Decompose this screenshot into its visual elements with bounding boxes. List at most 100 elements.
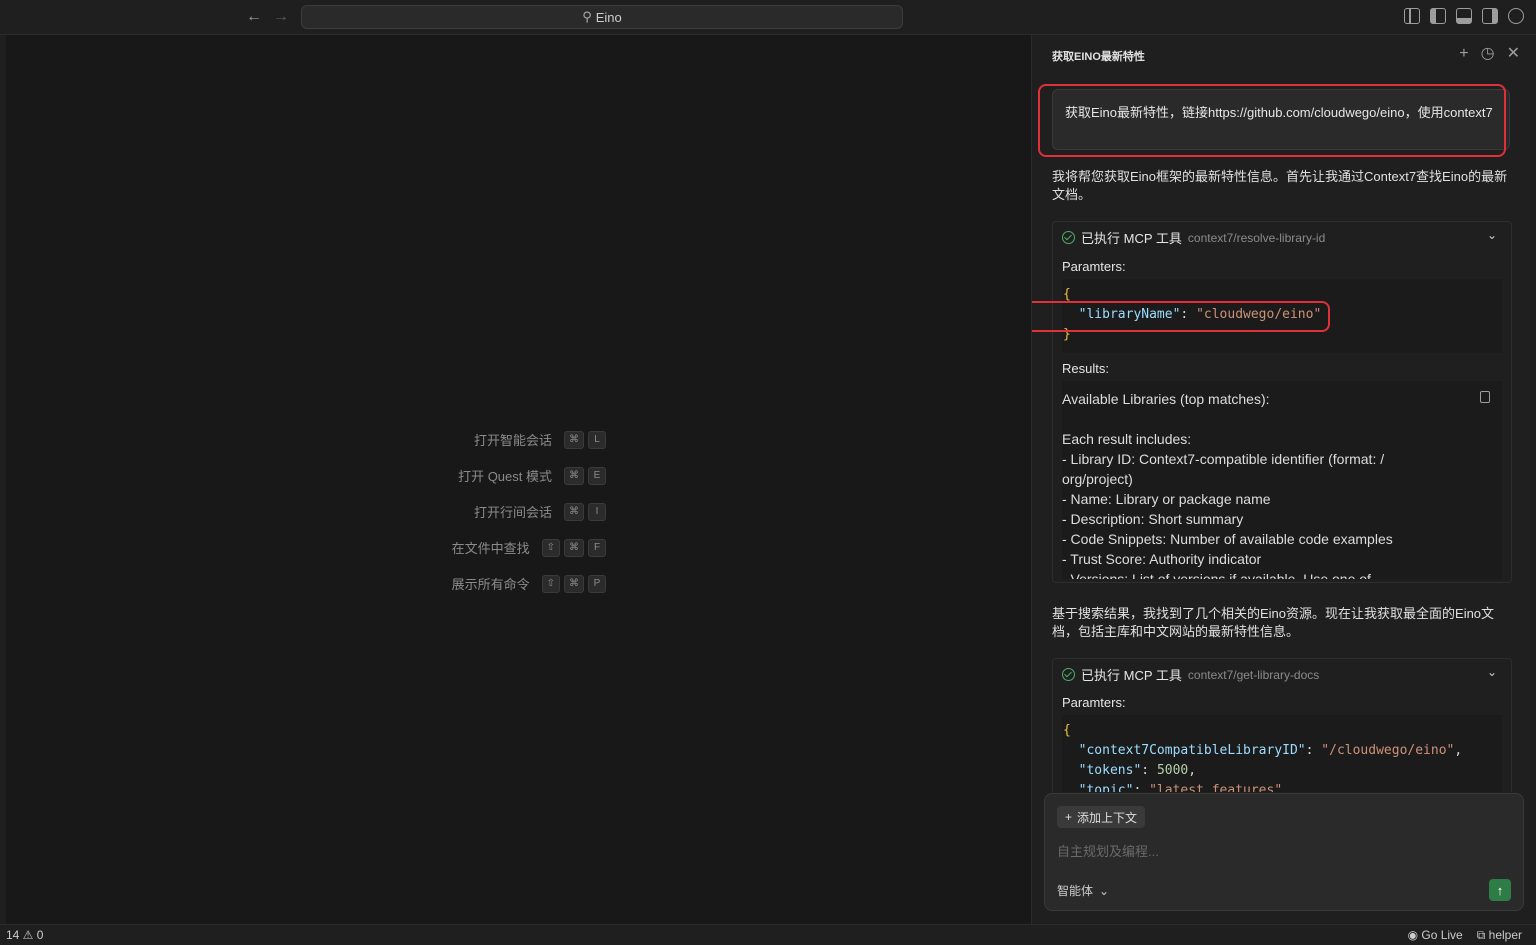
shortcut-row: 打开行间会话 ⌘ I bbox=[474, 502, 606, 521]
status-bar: 14 ⚠ 0 ◉ Go Live ⧉ helper bbox=[0, 924, 1536, 945]
shortcut-label: 打开行间会话 bbox=[473, 505, 552, 520]
history-icon[interactable]: ◷ bbox=[1481, 45, 1495, 63]
results-line: - Code Snippets: Number of available cod… bbox=[1062, 531, 1393, 547]
shortcut-label: 在文件中查找 bbox=[451, 541, 530, 556]
shortcut-key: ⌘ bbox=[564, 430, 584, 449]
shortcut-key: ⇧ bbox=[541, 538, 560, 557]
add-context-label: 添加上下文 bbox=[1077, 810, 1138, 825]
chat-composer: + 添加上下文 智能体 ⌄ ↑ bbox=[1044, 793, 1524, 911]
close-icon[interactable]: ✕ bbox=[1507, 45, 1520, 63]
param-value: "latest features" bbox=[1149, 783, 1283, 792]
shortcut-label: 展示所有命令 bbox=[451, 577, 530, 592]
add-context-button[interactable]: + 添加上下文 bbox=[1057, 806, 1146, 828]
status-right: ◉ Go Live ⧉ helper bbox=[1408, 928, 1522, 943]
shortcut-label: 打开 Quest 模式 bbox=[458, 469, 552, 484]
results-line: - Library ID: Context7-compatible identi… bbox=[1062, 451, 1385, 467]
toggle-secondary-sidebar-icon[interactable] bbox=[1482, 8, 1498, 24]
shortcut-row: 在文件中查找 ⇧ ⌘ F bbox=[452, 538, 606, 557]
results-text: Available Libraries (top matches): Each … bbox=[1062, 389, 1502, 579]
helper-icon: ⧉ bbox=[1476, 928, 1489, 942]
problems-indicator[interactable]: 14 ⚠ 0 bbox=[6, 928, 43, 942]
shortcut-key: ⇧ bbox=[541, 574, 560, 593]
new-chat-icon[interactable]: + bbox=[1459, 45, 1468, 63]
params-label: Paramters: bbox=[1062, 695, 1126, 710]
layout-controls bbox=[1404, 8, 1524, 24]
results-box: Available Libraries (top matches): Each … bbox=[1062, 381, 1502, 579]
shortcut-key: ⌘ bbox=[564, 502, 584, 521]
tool-call-header[interactable]: 已执行 MCP 工具 context7/resolve-library-id bbox=[1062, 228, 1325, 247]
shortcut-row: 展示所有命令 ⇧ ⌘ P bbox=[452, 574, 606, 593]
toggle-panel-icon[interactable] bbox=[1456, 8, 1472, 24]
results-line: - Name: Library or package name bbox=[1062, 491, 1271, 507]
param-key: "topic" bbox=[1078, 783, 1134, 792]
params-code: { "context7CompatibleLibraryID": "/cloud… bbox=[1062, 715, 1502, 792]
check-circle-icon bbox=[1062, 231, 1075, 244]
title-bar: ← → ⚲ Eino bbox=[0, 0, 1536, 35]
editor-area: 打开智能会话 ⌘ L 打开 Quest 模式 ⌘ E 打开行间会话 ⌘ I 在文… bbox=[0, 35, 1031, 924]
param-value: 5000 bbox=[1156, 763, 1189, 778]
plus-icon: + bbox=[1065, 810, 1073, 824]
tool-status: 已执行 MCP 工具 bbox=[1081, 231, 1182, 246]
chevron-down-icon[interactable]: ⌄ bbox=[1487, 665, 1497, 679]
results-line: Available Libraries (top matches): bbox=[1062, 391, 1270, 407]
assistant-message: 基于搜索结果，我找到了几个相关的Eino资源。现在让我获取最全面的Eino文档，… bbox=[1052, 606, 1495, 639]
highlight-annotation bbox=[1032, 301, 1330, 332]
shortcut-key: ⌘ bbox=[564, 466, 584, 485]
tool-call-card: 已执行 MCP 工具 context7/resolve-library-id ⌄… bbox=[1052, 221, 1512, 583]
results-line: - Trust Score: Authority indicator bbox=[1062, 551, 1262, 567]
tool-call-header[interactable]: 已执行 MCP 工具 context7/get-library-docs bbox=[1062, 665, 1319, 684]
results-line: - Description: Short summary bbox=[1062, 511, 1244, 527]
shortcut-key: P bbox=[588, 574, 606, 593]
agent-mode-label: 智能体 bbox=[1057, 884, 1094, 898]
search-text: Eino bbox=[595, 9, 622, 25]
tool-call-card: 已执行 MCP 工具 context7/get-library-docs ⌄ P… bbox=[1052, 658, 1512, 792]
assistant-message: 我将帮您获取Eino框架的最新特性信息。首先让我通过Context7查找Eino… bbox=[1052, 169, 1508, 202]
shortcut-row: 打开智能会话 ⌘ L bbox=[474, 430, 606, 449]
params-label: Paramters: bbox=[1062, 259, 1126, 274]
arrow-up-icon: ↑ bbox=[1496, 882, 1504, 898]
param-key: "tokens" bbox=[1078, 763, 1142, 778]
results-line bbox=[1062, 409, 1502, 429]
results-line: Each result includes: bbox=[1062, 431, 1192, 447]
copy-icon[interactable] bbox=[1480, 391, 1490, 403]
param-value: "/cloudwego/eino" bbox=[1321, 743, 1455, 758]
chevron-down-icon[interactable]: ⌄ bbox=[1487, 228, 1497, 242]
go-live-button[interactable]: ◉ Go Live bbox=[1408, 928, 1463, 943]
shortcut-key: ⌘ bbox=[564, 574, 584, 593]
arrow-left-icon[interactable]: ← bbox=[246, 8, 262, 26]
shortcut-row: 打开 Quest 模式 ⌘ E bbox=[458, 466, 606, 485]
results-line: org/project) bbox=[1062, 471, 1133, 487]
command-center-search[interactable]: ⚲ Eino bbox=[301, 5, 903, 29]
tool-id: context7/resolve-library-id bbox=[1187, 230, 1326, 245]
helper-label: helper bbox=[1488, 928, 1522, 942]
results-line: - Versions: List of versions if availabl… bbox=[1062, 571, 1371, 579]
shortcut-key: F bbox=[588, 538, 606, 557]
ai-chat-panel: 获取EINO最新特性 + ◷ ✕ 获取Eino最新特性，链接https://gi… bbox=[1031, 35, 1536, 924]
tool-status: 已执行 MCP 工具 bbox=[1081, 668, 1182, 683]
toggle-primary-sidebar-icon[interactable] bbox=[1430, 8, 1446, 24]
helper-button[interactable]: ⧉ helper bbox=[1477, 928, 1522, 943]
agent-mode-select[interactable]: 智能体 ⌄ bbox=[1057, 882, 1109, 899]
broadcast-icon: ◉ bbox=[1407, 928, 1422, 942]
account-icon[interactable] bbox=[1508, 8, 1524, 24]
activity-bar bbox=[0, 35, 6, 924]
param-key: "context7CompatibleLibraryID" bbox=[1078, 743, 1306, 758]
shortcut-key: L bbox=[588, 430, 606, 449]
chat-scroll-area[interactable]: 获取Eino最新特性，链接https://github.com/cloudweg… bbox=[1032, 80, 1536, 792]
check-circle-icon bbox=[1062, 668, 1075, 681]
arrow-right-icon[interactable]: → bbox=[273, 8, 289, 26]
go-live-label: Go Live bbox=[1421, 928, 1463, 942]
customize-layout-icon[interactable] bbox=[1404, 8, 1420, 24]
panel-title: 获取EINO最新特性 bbox=[1052, 51, 1145, 63]
shortcut-key: E bbox=[588, 466, 606, 485]
search-icon: ⚲ bbox=[582, 9, 592, 24]
chat-input[interactable] bbox=[1057, 844, 1477, 859]
shortcut-key: ⌘ bbox=[564, 538, 584, 557]
shortcut-key: I bbox=[588, 502, 606, 521]
shortcut-label: 打开智能会话 bbox=[473, 433, 552, 448]
highlight-annotation bbox=[1038, 84, 1506, 157]
send-button[interactable]: ↑ bbox=[1489, 879, 1511, 901]
results-label: Results: bbox=[1062, 361, 1109, 376]
panel-actions: + ◷ ✕ bbox=[1459, 45, 1520, 63]
chevron-down-icon: ⌄ bbox=[1099, 883, 1110, 898]
